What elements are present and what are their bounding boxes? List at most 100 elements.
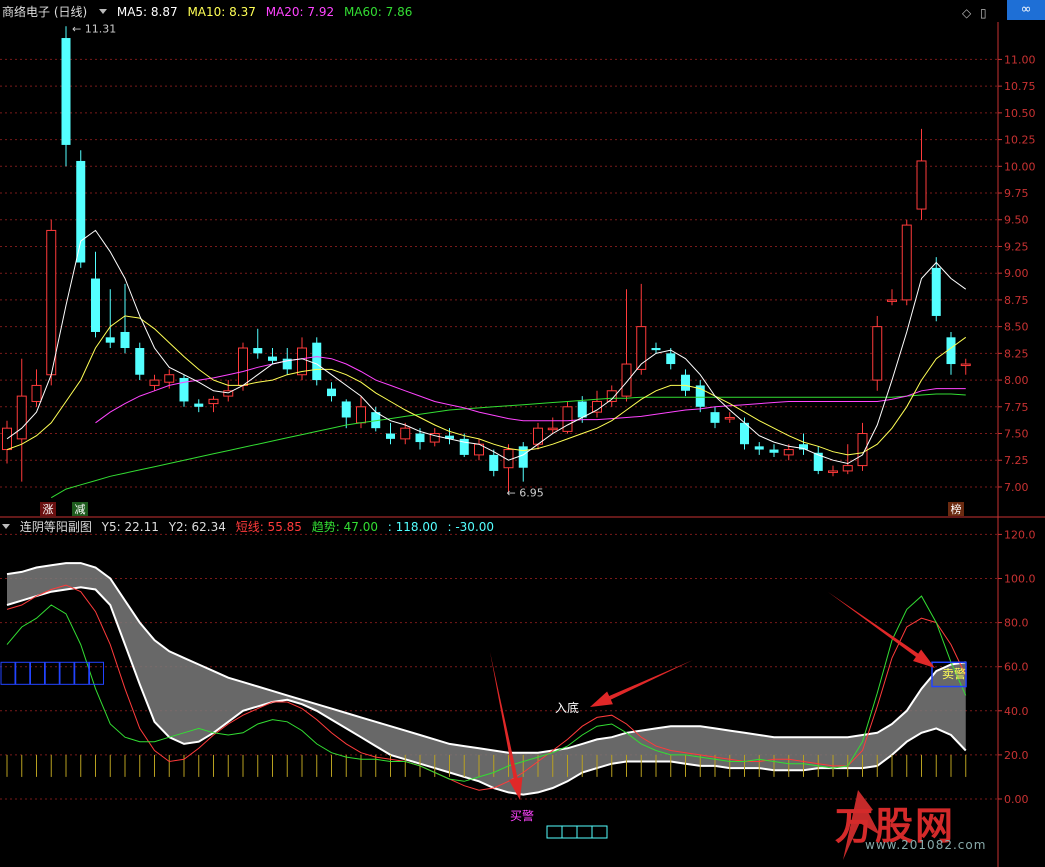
ma5-value: MA5: 8.87 [116,5,178,19]
brand-url: www.201082.com [865,838,987,852]
signal-block [546,825,563,839]
candle-body [208,398,219,405]
sell-warning-label: 卖警 [942,666,966,681]
y-tick-label: 80.0 [1004,617,1029,630]
candle-body [120,331,130,349]
y-tick-label: 10.25 [1004,134,1036,147]
y2-value: Y2: 62.34 [168,520,226,534]
candle-body [901,224,912,301]
candle-body [194,403,204,407]
candle-body [356,406,366,424]
ma5-line [6,229,967,465]
y-tick-label: 7.25 [1004,454,1029,467]
short-line-value: 短线: 55.85 [235,520,302,534]
candle-body [105,337,115,343]
candle-body [489,454,499,471]
candle-body [135,348,145,375]
signal-block [74,661,90,685]
signal-block [561,825,578,839]
jian-label: 减 [75,503,86,516]
candle-body [164,374,175,383]
signal-block [30,661,45,685]
signal-block [89,661,104,685]
candle-body [577,401,587,418]
ma20-line [95,356,966,424]
signal-block [0,661,16,685]
y-tick-label: 8.75 [1004,294,1029,307]
candle-body [268,356,277,361]
candle-body [842,465,853,472]
y-tick-label: 11.00 [1004,53,1036,66]
candle-body [769,449,779,453]
y-tick-label: 9.75 [1004,187,1029,200]
y-tick-label: 8.50 [1004,321,1029,334]
stock-title: 商络电子 (日线) [2,5,88,19]
candle-body [813,452,823,471]
y2-y5-band [7,563,966,795]
dropdown-icon[interactable] [99,9,108,14]
candle-body [636,326,647,370]
candle-body [312,342,322,381]
signal-block [591,825,608,839]
chart-canvas: 11.00 10.75 10.50 10.25 10.00 9.75 9.50 9.25 9.0… [0,22,1045,867]
signal-block [59,661,75,685]
candle-body [91,278,100,332]
signal-block [576,825,593,839]
y-tick-label: 10.50 [1004,107,1036,120]
candle-body [960,363,971,367]
y5-value: Y5: 22.11 [101,520,159,534]
candle-body [621,363,632,397]
ma10-value: MA10: 8.37 [187,5,256,19]
y-tick-label: 60.0 [1004,661,1029,674]
arrow-icon [828,592,935,668]
trend-value: 趋势: 47.00 [311,520,378,534]
candle-body [238,347,248,386]
y-tick-label: 10.00 [1004,160,1036,173]
candle-body [710,412,720,423]
candle-body [518,446,528,468]
y-tick-label: 7.50 [1004,428,1029,441]
candle-body [547,427,558,431]
y-tick-label: 8.00 [1004,374,1029,387]
candle-body [149,379,160,386]
sub-chart-title: 连阴等阳副图 [19,520,92,534]
zhang-label: 涨 [43,503,54,516]
candle-body [783,449,794,456]
candle-body [415,433,425,443]
candle-body [31,384,42,402]
candle-body [931,267,941,316]
low-price-label: ← 6.95 [507,486,544,499]
candle-body [651,348,661,351]
candle-body [400,427,411,440]
high-price-label: ← 11.31 [72,22,116,35]
vneg30-value: : -30.00 [447,520,495,534]
candle-body [681,374,690,391]
candle-body [341,401,351,418]
y-tick-label: 8.25 [1004,347,1029,360]
y-tick-label: 0.00 [1004,793,1029,806]
link-icon[interactable]: ∞ [1007,0,1045,20]
y-tick-label: 7.00 [1004,481,1029,494]
ma20-value: MA20: 7.92 [265,5,335,19]
sub-chart-header: 连阴等阳副图 Y5: 22.11 Y2: 62.34 短线: 55.85 趋势:… [2,519,500,535]
dropdown-icon[interactable] [2,524,10,529]
candle-body [253,348,263,354]
candle-body [828,470,838,473]
candle-body [872,326,883,381]
candle-body [327,388,336,397]
y-tick-label: 9.25 [1004,240,1029,253]
y-tick-label: 20.0 [1004,749,1029,762]
buy-warning-label: 买警 [510,808,534,823]
y-tick-label: 10.75 [1004,80,1036,93]
y-tick-label: 9.50 [1004,214,1029,227]
rudi-label: 入底 [555,700,579,715]
candle-body [46,229,57,376]
candle-body [887,299,897,302]
candle-body [76,160,86,263]
diamond-icon[interactable]: ◇ [962,6,971,20]
y-tick-label: 40.0 [1004,705,1029,718]
candle-body [386,433,395,439]
window-icon[interactable]: ▯ [980,6,987,20]
candle-body [61,38,71,145]
main-chart-header: 商络电子 (日线) MA5: 8.87 MA10: 8.37 MA20: 7.9… [2,4,418,20]
